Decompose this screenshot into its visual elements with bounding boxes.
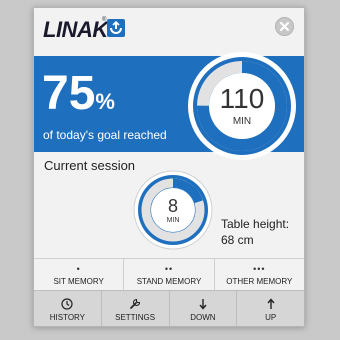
table-height-label: Table height: bbox=[221, 217, 290, 231]
goal-percent: 75% bbox=[42, 70, 115, 118]
up-button[interactable]: UP bbox=[237, 291, 304, 326]
arrow-up-icon bbox=[266, 298, 276, 310]
sit-memory-dots-icon: • bbox=[76, 263, 81, 274]
settings-button[interactable]: SETTINGS bbox=[102, 291, 170, 326]
stand-memory-label: STAND MEMORY bbox=[136, 276, 202, 286]
session-minutes-readout: 8 MIN bbox=[133, 170, 213, 250]
linak-widget-panel: LINAK ® 75% of today's goal reached 110 bbox=[33, 7, 305, 327]
down-label: DOWN bbox=[190, 313, 216, 322]
daily-minutes-unit: MIN bbox=[232, 116, 252, 127]
clock-icon bbox=[61, 298, 73, 310]
table-height-value: 68 cm bbox=[221, 233, 254, 247]
other-memory-dots-icon: ••• bbox=[253, 263, 266, 274]
current-session-label: Current session bbox=[44, 158, 136, 173]
logo-registered-mark: ® bbox=[102, 17, 107, 23]
settings-label: SETTINGS bbox=[115, 313, 156, 322]
table-height-readout: Table height: 68 cm bbox=[221, 216, 289, 248]
linak-logo-icon bbox=[107, 19, 125, 37]
other-memory-label: OTHER MEMORY bbox=[226, 276, 293, 286]
sit-memory-label: SIT MEMORY bbox=[53, 276, 104, 286]
session-minutes-unit: MIN bbox=[166, 216, 180, 224]
header: LINAK ® bbox=[34, 8, 304, 54]
stand-memory-button[interactable]: •• STAND MEMORY bbox=[124, 259, 215, 291]
memory-buttons: • SIT MEMORY •• STAND MEMORY ••• OTHER M… bbox=[34, 258, 304, 291]
bottom-toolbar: HISTORY SETTINGS DOWN UP bbox=[34, 290, 304, 326]
down-button[interactable]: DOWN bbox=[170, 291, 238, 326]
goal-percent-value: 75 bbox=[42, 67, 96, 120]
history-label: HISTORY bbox=[49, 313, 86, 322]
linak-logo: LINAK bbox=[43, 17, 108, 42]
daily-minutes-readout: 110 MIN bbox=[187, 51, 297, 161]
goal-percent-sign: % bbox=[95, 89, 115, 114]
daily-minutes-value: 110 bbox=[219, 83, 265, 114]
other-memory-button[interactable]: ••• OTHER MEMORY bbox=[215, 259, 304, 291]
up-label: UP bbox=[265, 313, 277, 322]
session-minutes-value: 8 bbox=[167, 195, 178, 216]
stand-memory-dots-icon: •• bbox=[164, 263, 174, 274]
sit-memory-button[interactable]: • SIT MEMORY bbox=[34, 259, 125, 291]
goal-caption: of today's goal reached bbox=[43, 128, 167, 142]
wrench-icon bbox=[129, 298, 141, 310]
history-button[interactable]: HISTORY bbox=[34, 291, 102, 326]
close-icon[interactable] bbox=[275, 17, 294, 36]
arrow-down-icon bbox=[198, 298, 208, 310]
